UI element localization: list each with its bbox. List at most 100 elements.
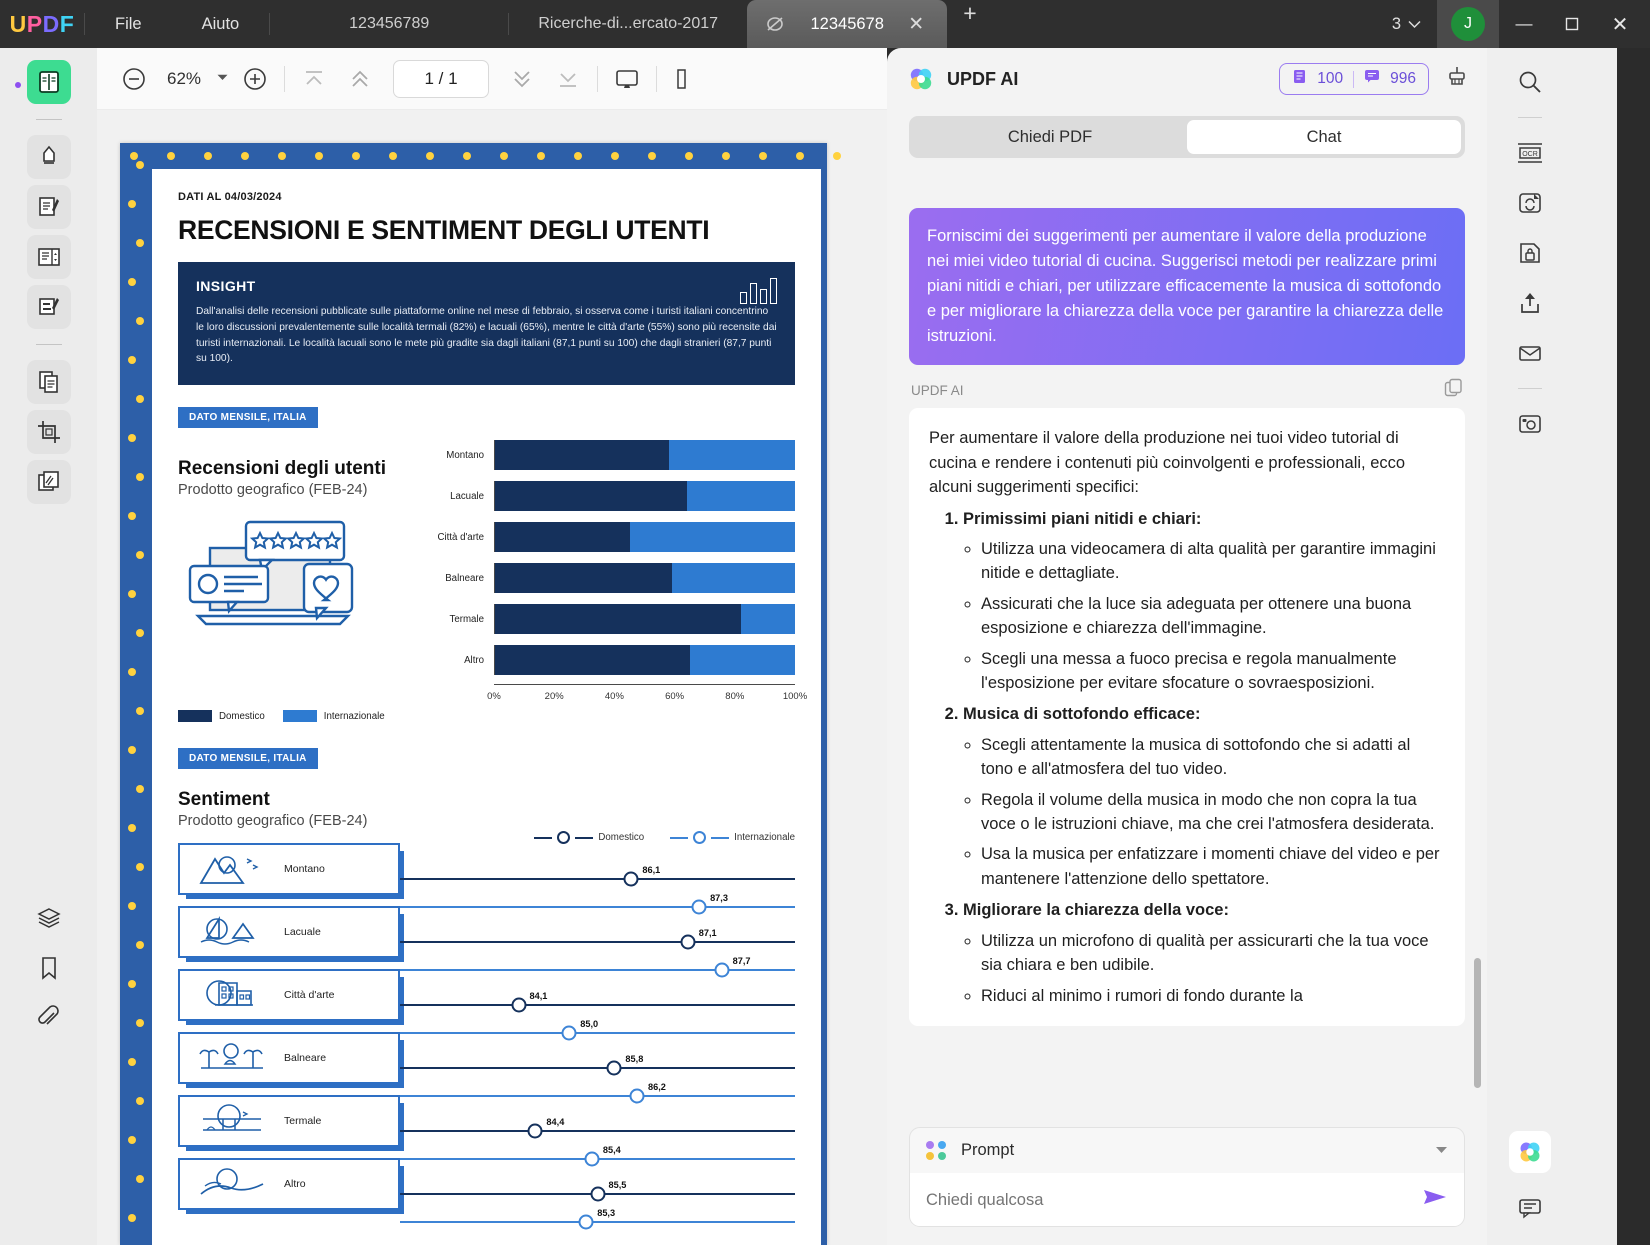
legend-marker [557, 831, 571, 845]
category-illustration-icon [180, 1040, 284, 1076]
tab-close-icon[interactable]: ✕ [903, 13, 929, 36]
next-page-button[interactable] [499, 56, 545, 102]
last-page-button[interactable] [545, 56, 591, 102]
brush-icon[interactable] [1445, 65, 1469, 94]
sidebar-item-attachment[interactable] [27, 996, 71, 1040]
chat-input[interactable] [926, 1190, 1422, 1210]
tab-12345678-active[interactable]: 12345678 ✕ [747, 0, 948, 48]
present-mode-button[interactable] [604, 56, 650, 102]
share-icon[interactable] [1508, 283, 1552, 323]
window-count-dropdown[interactable]: 3 [1376, 15, 1437, 34]
sentiment-marker [629, 1088, 645, 1104]
chevron-down-icon[interactable] [1435, 1145, 1448, 1157]
messages-credit-count: 996 [1390, 70, 1416, 87]
tab-chiedi-pdf[interactable]: Chiedi PDF [913, 120, 1187, 154]
sentiment-category-card: Città d'arte [178, 969, 404, 1026]
layout-button[interactable] [663, 56, 709, 102]
protect-icon[interactable] [1508, 233, 1552, 273]
menu-file[interactable]: File [85, 0, 172, 48]
sentiment-value-label: 87,3 [710, 893, 728, 904]
sidebar-item-batch-pages[interactable] [26, 460, 71, 504]
sidebar-item-crop-page[interactable] [26, 410, 71, 454]
section2-title: Sentiment [178, 789, 270, 811]
sentiment-value-label: 84,1 [529, 991, 548, 1002]
reviews-chart-row: Recensioni degli utenti Prodotto geograf… [178, 438, 807, 706]
menu-aiuto[interactable]: Aiuto [172, 0, 270, 48]
convert-icon[interactable] [1508, 183, 1552, 223]
bar-category-label: Balneare [445, 572, 484, 584]
legend-label: Domestico [598, 832, 645, 844]
new-tab-button[interactable]: + [947, 0, 992, 48]
sidebar-item-layers[interactable] [27, 896, 71, 940]
chat-scrollbar-thumb[interactable] [1474, 958, 1481, 1088]
tab-ricerche[interactable]: Ricerche-di...ercato-2017 [509, 0, 747, 48]
zoom-level[interactable]: 62% [157, 69, 211, 89]
pdf-page: DATI AL 04/03/2024 RECENSIONI E SENTIMEN… [120, 143, 841, 1245]
zoom-in-button[interactable] [232, 56, 278, 102]
doc-date-line: DATI AL 04/03/2024 [178, 191, 282, 203]
ai-credits-chip[interactable]: 100 996 [1279, 63, 1429, 95]
bar-x-tick: 100% [782, 691, 808, 703]
sentiment-marker [680, 934, 696, 950]
sentiment-value-label: 84,4 [546, 1117, 565, 1128]
email-icon[interactable] [1508, 333, 1552, 373]
decoration-dots-top [120, 143, 841, 169]
close-window-button[interactable]: ✕ [1596, 0, 1644, 48]
zoom-dropdown-caret[interactable] [217, 73, 228, 84]
sidebar-item-page-layout[interactable] [26, 235, 71, 279]
divider [597, 65, 598, 92]
sidebar-item-organize-pages[interactable] [26, 360, 71, 404]
rail-top-group [14, 60, 71, 104]
tab-123456789[interactable]: 123456789 [270, 0, 508, 48]
send-icon[interactable] [1422, 1187, 1448, 1213]
document-canvas[interactable]: DATI AL 04/03/2024 RECENSIONI E SENTIMEN… [97, 110, 887, 1245]
search-icon[interactable] [1508, 62, 1552, 102]
bar-x-tick: 60% [665, 691, 685, 703]
bar-x-tick: 0% [487, 691, 501, 703]
bar-row: Balneare [426, 561, 795, 595]
zoom-out-button[interactable] [111, 56, 157, 102]
prompt-selector[interactable]: Prompt [910, 1128, 1464, 1173]
category-illustration-icon [180, 977, 284, 1013]
copy-icon[interactable] [1444, 378, 1463, 402]
left-toolbar [0, 48, 97, 1245]
sentiment-value-label: 87,1 [698, 928, 717, 939]
save-as-icon[interactable] [1508, 404, 1552, 444]
first-page-button[interactable] [291, 56, 337, 102]
sidebar-item-edit-text[interactable] [26, 185, 71, 229]
ai-section: Musica di sottofondo efficace:Scegli att… [963, 702, 1445, 891]
tab-chat[interactable]: Chat [1187, 120, 1461, 154]
minimize-button[interactable]: — [1500, 0, 1548, 48]
rail-divider [35, 119, 62, 120]
maximize-button[interactable] [1548, 0, 1596, 48]
bar-segment-domestico [495, 604, 741, 635]
sidebar-item-reader-mode[interactable] [26, 60, 71, 104]
sentiment-marker [584, 1151, 600, 1167]
sidebar-item-annotate[interactable] [26, 285, 71, 329]
prompt-grid-icon [926, 1141, 947, 1160]
ai-bullet: Regola il volume della musica in modo ch… [981, 788, 1445, 837]
prev-page-button[interactable] [337, 56, 383, 102]
window-edge [1617, 48, 1650, 1245]
chat-scroll-area[interactable]: Forniscimi dei suggerimenti per aumentar… [887, 208, 1487, 1125]
divider [1353, 70, 1355, 88]
bar-category-label: Termale [449, 613, 484, 625]
bar-row: Lacuale [426, 479, 795, 513]
sidebar-item-highlighter[interactable] [26, 135, 71, 179]
page-content: DATI AL 04/03/2024 RECENSIONI E SENTIMEN… [152, 169, 821, 1245]
page-number-input[interactable]: 1 / 1 [393, 59, 489, 98]
updf-ai-button[interactable] [1509, 1131, 1551, 1173]
category-label: Lacuale [284, 926, 321, 939]
pages-credit-icon [1292, 69, 1307, 89]
sentiment-value-label: 85,4 [602, 1145, 621, 1156]
ai-bullet-list: Scegli attentamente la musica di sottofo… [981, 733, 1445, 891]
bar-segment-internazionale [630, 522, 795, 553]
legend-item: Domestico [534, 831, 645, 845]
bar-segment-internazionale [672, 563, 795, 594]
sentiment-line [400, 941, 795, 944]
sidebar-item-bookmark[interactable] [27, 946, 71, 990]
comment-icon[interactable] [1508, 1187, 1552, 1227]
updf-logo: UPDF [9, 10, 75, 37]
ocr-icon[interactable]: OCR [1508, 133, 1552, 173]
avatar-container[interactable]: J [1437, 0, 1499, 48]
